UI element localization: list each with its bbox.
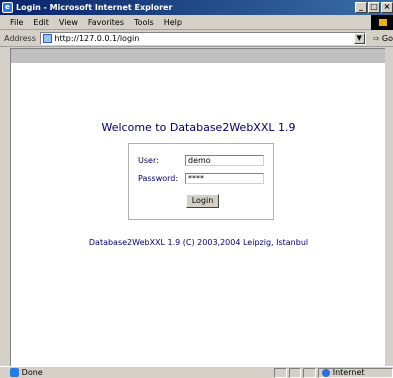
address-label: Address (4, 33, 36, 43)
address-bar: Address http://127.0.0.1/login ▼ ⇨ Go (0, 30, 393, 47)
security-zone: Internet (317, 367, 393, 378)
menu-favorites[interactable]: Favorites (83, 18, 129, 27)
menu-view[interactable]: View (54, 18, 83, 27)
go-arrow-icon: ⇨ (372, 33, 380, 43)
user-input[interactable]: demo (185, 155, 264, 166)
copyright-footer: Database2WebXXL 1.9 (C) 2003,2004 Leipzi… (88, 238, 309, 247)
menu-file[interactable]: File (0, 18, 28, 27)
login-button[interactable]: Login (186, 194, 219, 208)
page-icon (43, 33, 53, 43)
status-bar: Done Internet (0, 366, 393, 378)
vertical-scrollbar[interactable] (385, 48, 393, 366)
title-bar: e Login - Microsoft Internet Explorer _ … (0, 0, 393, 15)
user-label: User: (138, 156, 159, 165)
menu-edit[interactable]: Edit (28, 18, 54, 27)
go-label: Go (381, 33, 393, 43)
menu-tools[interactable]: Tools (129, 18, 159, 27)
address-dropdown-button[interactable]: ▼ (353, 32, 365, 44)
status-panel (288, 367, 302, 378)
go-button[interactable]: ⇨ Go (373, 34, 393, 43)
minimize-button[interactable]: _ (355, 2, 367, 13)
status-panel (273, 367, 287, 378)
left-gutter (0, 48, 10, 366)
address-input[interactable]: http://127.0.0.1/login ▼ (40, 31, 366, 45)
page-viewport: Welcome to Database2WebXXL 1.9 User: dem… (10, 48, 385, 366)
status-text: Done (21, 368, 43, 377)
password-label: Password: (138, 174, 179, 183)
menu-help[interactable]: Help (159, 18, 187, 27)
maximize-button[interactable]: □ (368, 2, 380, 13)
ie-logo-icon: e (2, 2, 13, 13)
window-title: Login - Microsoft Internet Explorer (16, 3, 173, 12)
windows-logo-icon (371, 15, 393, 30)
password-input[interactable]: **** (185, 173, 264, 184)
close-button[interactable]: × (381, 2, 393, 13)
login-form: User: demo Password: **** Login (128, 143, 274, 220)
menu-bar: File Edit View Favorites Tools Help (0, 15, 393, 30)
page-loaded-icon (10, 368, 19, 377)
welcome-heading: Welcome to Database2WebXXL 1.9 (101, 121, 296, 134)
globe-icon (321, 368, 330, 377)
zone-label: Internet (332, 368, 365, 377)
page-top-strip (11, 49, 385, 63)
status-panel (303, 367, 316, 378)
address-url: http://127.0.0.1/login (54, 33, 140, 43)
